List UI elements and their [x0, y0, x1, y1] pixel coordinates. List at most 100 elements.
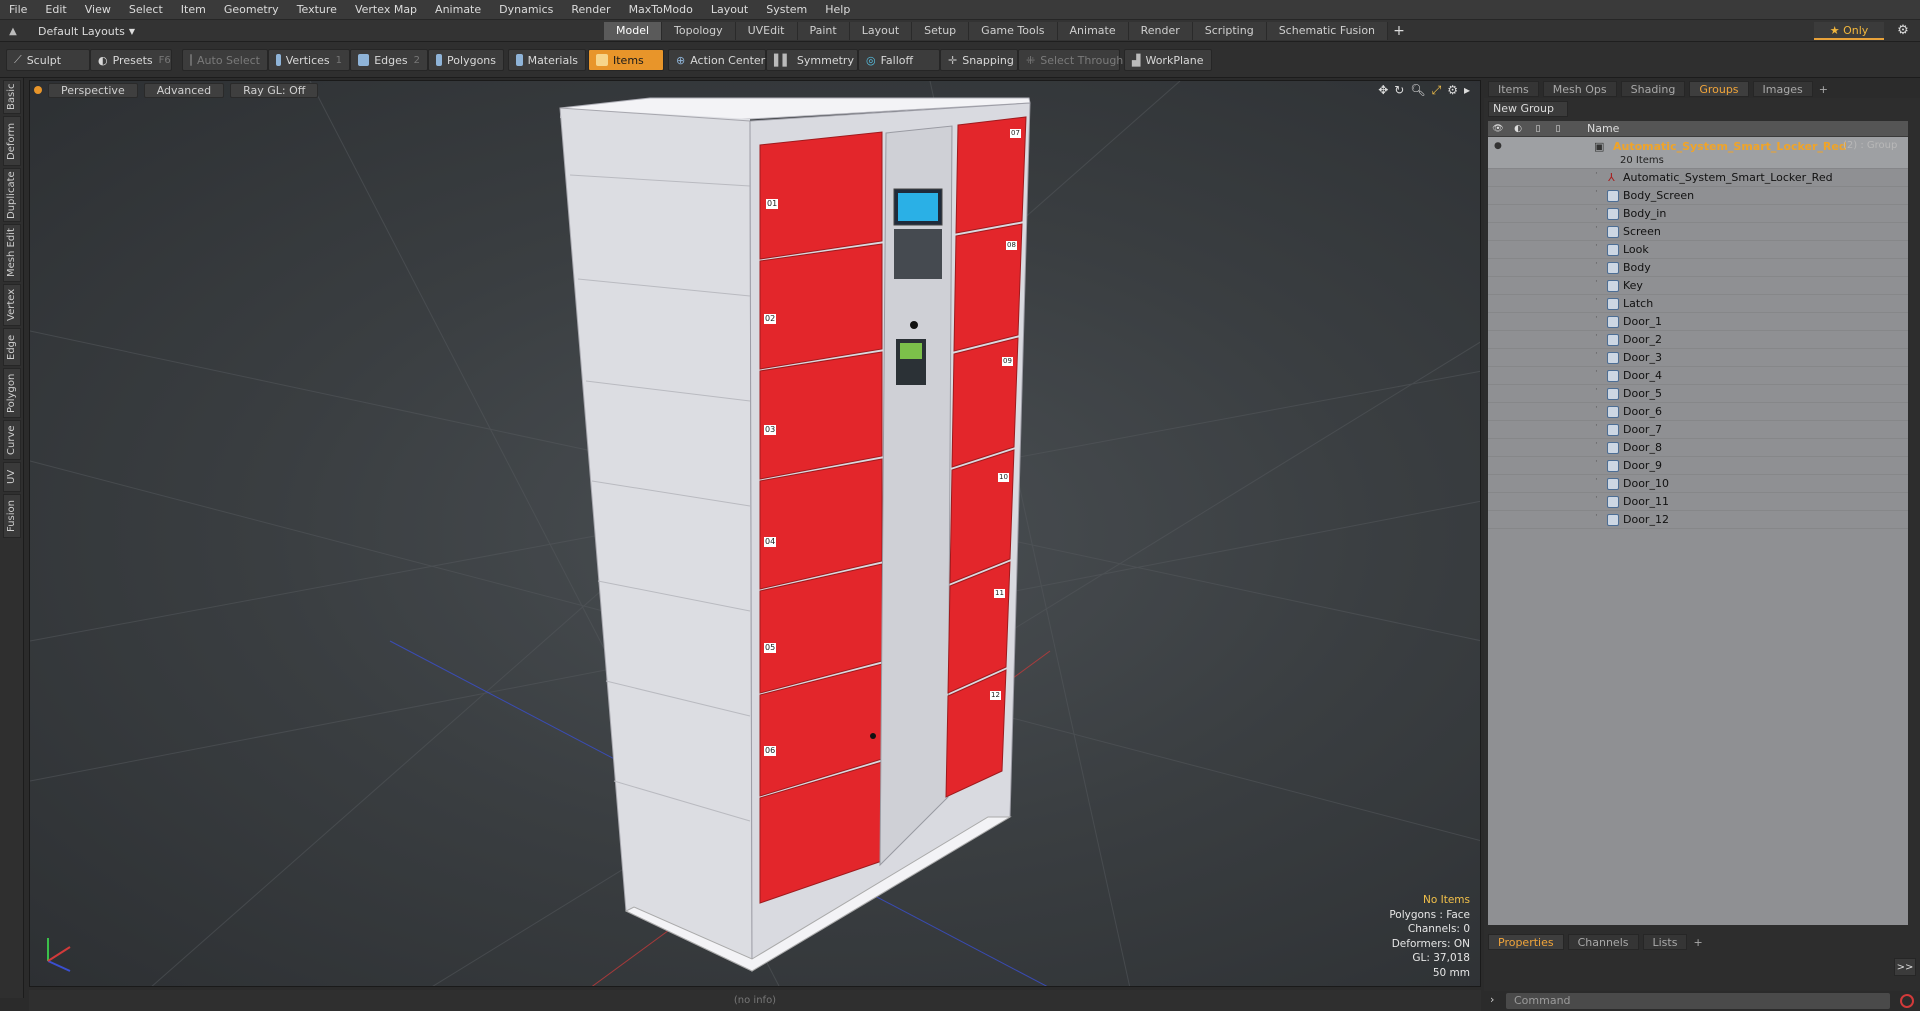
- menu-animate[interactable]: Animate: [426, 0, 490, 20]
- expand-arrow-icon[interactable]: ▸: [1464, 83, 1470, 98]
- left-tab-mesh-edit[interactable]: Mesh Edit: [3, 224, 21, 282]
- list-item[interactable]: · Door_11: [1488, 493, 1908, 511]
- group-row[interactable]: ● ▣ Automatic_System_Smart_Locker_Red (2…: [1488, 137, 1908, 169]
- record-icon[interactable]: [1900, 994, 1914, 1008]
- left-tab-deform[interactable]: Deform: [3, 116, 21, 166]
- layout-selector[interactable]: ▲ Default Layouts ▼: [0, 20, 135, 42]
- pan-icon[interactable]: ✥: [1378, 83, 1388, 98]
- panel-tab-images[interactable]: Images: [1752, 81, 1813, 97]
- falloff-button[interactable]: ◎ Falloff: [858, 49, 940, 71]
- shading-mode-button[interactable]: Advanced: [143, 82, 225, 98]
- presets-button[interactable]: ◐ Presets F6: [90, 49, 172, 71]
- menu-geometry[interactable]: Geometry: [215, 0, 288, 20]
- bottom-tab-properties[interactable]: Properties: [1488, 934, 1564, 950]
- tab-topology[interactable]: Topology: [662, 22, 736, 40]
- left-tab-vertex[interactable]: Vertex: [3, 284, 21, 326]
- menu-dynamics[interactable]: Dynamics: [490, 0, 562, 20]
- expand-button[interactable]: >>: [1894, 958, 1916, 976]
- zoom-icon[interactable]: 🔍︎: [1410, 83, 1425, 98]
- panel-tab-shading[interactable]: Shading: [1620, 81, 1686, 97]
- menu-view[interactable]: View: [76, 0, 120, 20]
- menu-texture[interactable]: Texture: [288, 0, 346, 20]
- left-tab-edge[interactable]: Edge: [3, 328, 21, 366]
- materials-button[interactable]: Materials: [508, 49, 586, 71]
- collapse-arrow-icon[interactable]: ▲: [0, 26, 26, 37]
- tab-model[interactable]: Model: [604, 22, 663, 40]
- rotate-icon[interactable]: ↻: [1394, 83, 1404, 98]
- new-group-button[interactable]: New Group: [1488, 101, 1568, 117]
- list-item[interactable]: · Door_1: [1488, 313, 1908, 331]
- list-item[interactable]: · Door_2: [1488, 331, 1908, 349]
- viewport-menu-dot-icon[interactable]: [34, 86, 42, 94]
- left-tab-basic[interactable]: Basic: [3, 80, 21, 114]
- settings-icon[interactable]: ⚙: [1447, 83, 1458, 98]
- bottom-tab-channels[interactable]: Channels: [1567, 934, 1639, 950]
- sculpt-button[interactable]: ⟋ Sculpt: [6, 49, 90, 71]
- auto-select-button[interactable]: Auto Select: [182, 49, 268, 71]
- menu-render[interactable]: Render: [562, 0, 619, 20]
- edges-button[interactable]: Edges 2: [350, 49, 428, 71]
- left-tab-duplicate[interactable]: Duplicate: [3, 168, 21, 222]
- tab-uvedit[interactable]: UVEdit: [735, 22, 798, 40]
- eye-icon[interactable]: 👁︎: [1490, 122, 1506, 136]
- menu-maxtomodo[interactable]: MaxToModo: [620, 0, 702, 20]
- tab-paint[interactable]: Paint: [797, 22, 850, 40]
- fit-icon[interactable]: ⤢: [1432, 83, 1442, 98]
- name-column-header[interactable]: Name: [1587, 121, 1619, 137]
- tab-layout[interactable]: Layout: [849, 22, 913, 40]
- list-item[interactable]: · Door_7: [1488, 421, 1908, 439]
- menu-item[interactable]: Item: [172, 0, 215, 20]
- items-button[interactable]: Items: [588, 49, 664, 71]
- select-through-button[interactable]: ⁜ Select Through: [1018, 49, 1123, 71]
- tab-scripting[interactable]: Scripting: [1192, 22, 1267, 40]
- symmetry-button[interactable]: ▌▌ Symmetry: [766, 49, 858, 71]
- list-item[interactable]: · Door_9: [1488, 457, 1908, 475]
- menu-help[interactable]: Help: [816, 0, 859, 20]
- list-item[interactable]: · Look: [1488, 241, 1908, 259]
- 3d-viewport[interactable]: 01 02 03 04 05 06 07 08 09 10 11 12 Perspective Adv…: [29, 80, 1481, 987]
- left-tab-curve[interactable]: Curve: [3, 420, 21, 460]
- workplane-button[interactable]: ▟ WorkPlane: [1124, 49, 1212, 71]
- menu-select[interactable]: Select: [120, 0, 172, 20]
- raygl-button[interactable]: Ray GL: Off: [230, 82, 319, 98]
- left-tab-uv[interactable]: UV: [3, 462, 21, 492]
- add-bottom-tab-icon[interactable]: +: [1693, 936, 1702, 949]
- eye-icon[interactable]: ●: [1494, 141, 1504, 151]
- list-item[interactable]: · Door_4: [1488, 367, 1908, 385]
- action-center-button[interactable]: ⊕ Action Center: [668, 49, 766, 71]
- left-tab-polygon[interactable]: Polygon: [3, 368, 21, 418]
- bottom-tab-lists[interactable]: Lists: [1642, 934, 1688, 950]
- list-item[interactable]: · Door_3: [1488, 349, 1908, 367]
- tab-animate[interactable]: Animate: [1057, 22, 1129, 40]
- list-item[interactable]: · Latch: [1488, 295, 1908, 313]
- menu-vertex-map[interactable]: Vertex Map: [346, 0, 426, 20]
- list-item[interactable]: · Screen: [1488, 223, 1908, 241]
- left-tab-fusion[interactable]: Fusion: [3, 494, 21, 538]
- add-tab-icon[interactable]: +: [1388, 22, 1410, 40]
- tab-game-tools[interactable]: Game Tools: [969, 22, 1058, 40]
- perspective-button[interactable]: Perspective: [48, 82, 138, 98]
- vertices-button[interactable]: Vertices 1: [268, 49, 350, 71]
- list-item[interactable]: · Door_12: [1488, 511, 1908, 529]
- tab-setup[interactable]: Setup: [912, 22, 970, 40]
- lock-icon[interactable]: ▯: [1530, 122, 1546, 136]
- list-item[interactable]: · Body: [1488, 259, 1908, 277]
- list-item[interactable]: · Door_10: [1488, 475, 1908, 493]
- list-item[interactable]: · Body_Screen: [1488, 187, 1908, 205]
- list-item[interactable]: · ⅄ Automatic_System_Smart_Locker_Red: [1488, 169, 1908, 187]
- only-button[interactable]: ★ Only: [1814, 22, 1884, 40]
- panel-tab-groups[interactable]: Groups: [1689, 81, 1749, 97]
- polygons-button[interactable]: Polygons: [428, 49, 504, 71]
- list-item[interactable]: · Body_in: [1488, 205, 1908, 223]
- menu-layout[interactable]: Layout: [702, 0, 757, 20]
- list-item[interactable]: · Door_6: [1488, 403, 1908, 421]
- list-item[interactable]: · Key: [1488, 277, 1908, 295]
- render-icon[interactable]: ◐: [1510, 122, 1526, 136]
- select-icon[interactable]: ▯: [1550, 122, 1566, 136]
- panel-tab-items[interactable]: Items: [1488, 81, 1539, 97]
- menu-system[interactable]: System: [757, 0, 816, 20]
- layout-select-label[interactable]: Default Layouts: [26, 25, 125, 38]
- command-input[interactable]: Command: [1506, 993, 1890, 1009]
- gear-icon[interactable]: ⚙: [1894, 22, 1912, 40]
- panel-tab-mesh-ops[interactable]: Mesh Ops: [1542, 81, 1617, 97]
